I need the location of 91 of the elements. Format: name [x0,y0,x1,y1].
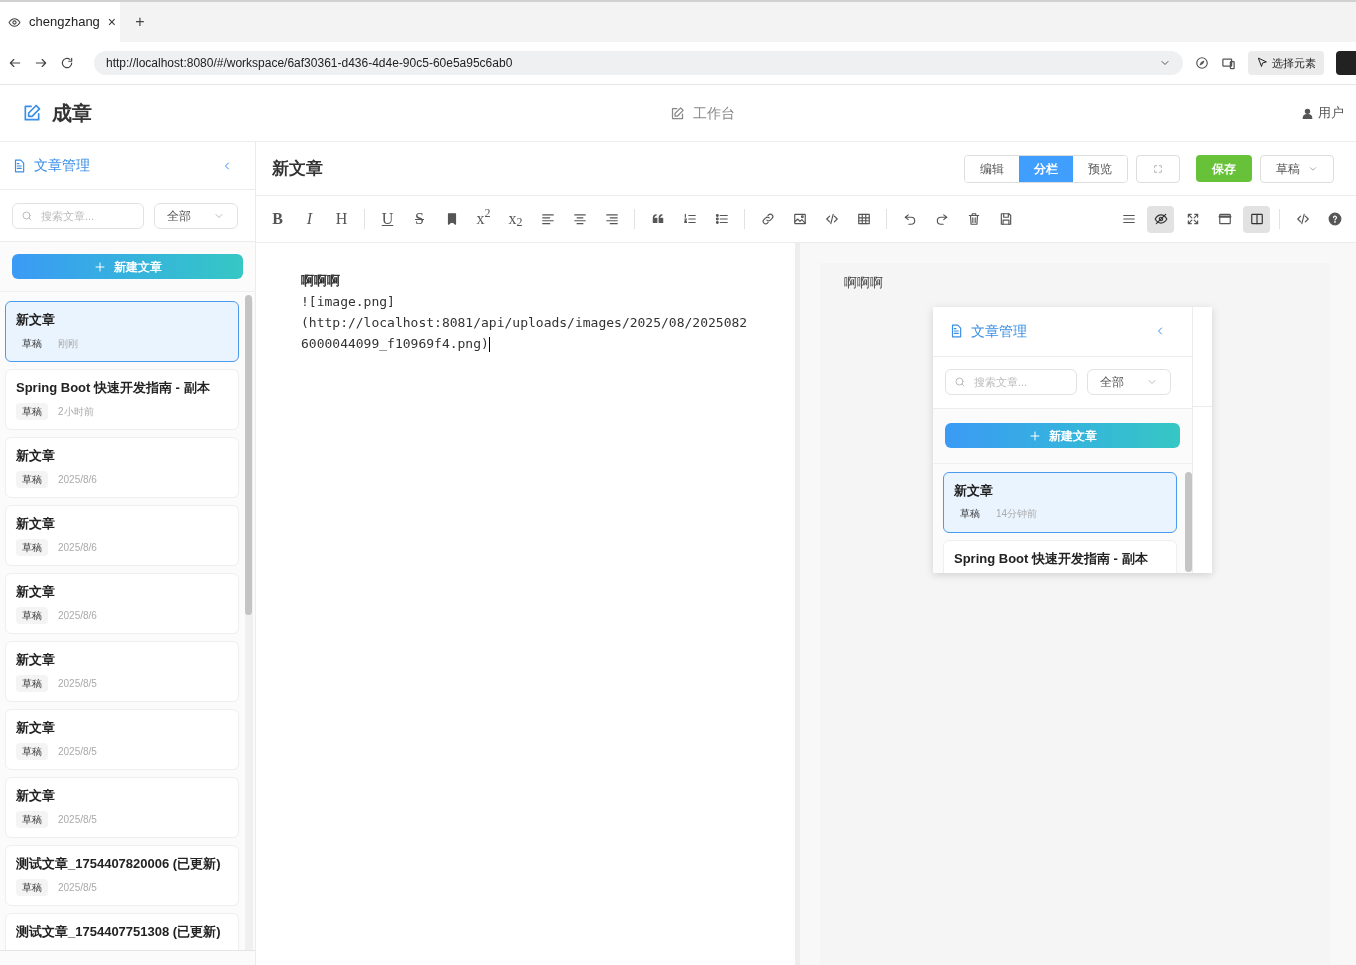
filter-dropdown[interactable]: 全部 [1087,369,1171,395]
new-tab-button[interactable]: + [120,2,160,42]
status-tag: 草稿 [16,606,48,624]
article-title: 新文章 [272,157,323,180]
eye-icon [8,15,21,29]
article-item[interactable]: 新文章 草稿 2025/8/6 [5,437,239,498]
article-title: 新文章 [16,651,56,669]
plus-icon [93,260,106,273]
tab-title: chengzhang [29,13,100,32]
devices-icon[interactable] [1221,55,1237,71]
status-tag: 草稿 [16,878,48,896]
article-time: 2025/8/5 [58,880,97,895]
document-icon [12,158,26,173]
markdown-text[interactable]: 啊啊啊 ![image.png] (http://localhost:8081/api/uploads/images/2025/08/2025082 6000044099_f10969f4.png) [301,270,795,354]
article-item[interactable]: Spring Boot 快速开发指南 - 副本 [943,539,1178,573]
forward-icon[interactable] [34,56,48,70]
status-tag: 草稿 [16,538,48,556]
url-text: http://localhost:8080/#/workspace/6af30361-d436-4d4e-90c5-60e5a95c6ab0 [106,55,513,72]
app-logo-text: 成章 [52,101,92,126]
article-time: 2025/8/6 [58,540,97,555]
expand-icon [1153,163,1163,174]
workspace-link[interactable]: 工作台 [693,103,735,124]
article-time: 14分钟前 [996,507,1038,521]
format-button[interactable]: I [296,205,323,233]
search-icon [954,376,966,388]
search-field[interactable]: 搜索文章... [12,202,144,229]
search-field[interactable]: 搜索文章... [945,369,1077,395]
article-time: 2025/8/5 [58,744,97,759]
article-time: 2025/8/5 [58,812,97,827]
cursor-icon [1256,57,1269,69]
article-item[interactable]: 测试文章_1754407751308 (已更新) [5,913,239,950]
article-item[interactable]: 新文章 草稿 2025/8/6 [5,505,239,566]
status-tag: 草稿 [16,402,48,420]
format-button[interactable]: B [264,205,291,233]
status-dropdown[interactable]: 草稿 [1260,154,1334,183]
close-tab-icon[interactable]: × [107,11,117,33]
format-button[interactable]: U [374,205,401,233]
article-time: 2025/8/6 [58,608,97,623]
reload-icon[interactable] [60,56,74,70]
status-tag: 草稿 [16,334,48,352]
format-button[interactable]: x$^{2}$ [470,205,497,233]
columns-icon[interactable] [1243,205,1270,233]
edit-icon [670,106,685,121]
search-icon [21,209,33,222]
user-icon [1301,106,1314,120]
article-title: 测试文章_1754407751308 (已更新) [16,923,222,941]
article-item[interactable]: 测试文章_1754407820006 (已更新) 草稿 2025/8/5 [5,845,239,906]
panel-title: 文章管理 [971,321,1027,341]
article-title: 新文章 [16,447,56,465]
format-button[interactable]: H [328,205,355,233]
article-title: 新文章 [954,481,994,500]
edit-icon [22,103,42,123]
preview-paragraph: 啊啊啊 [844,274,884,292]
status-tag: 草稿 [16,674,48,692]
article-title: 新文章 [16,719,56,737]
article-time: 2025/8/6 [58,472,97,487]
article-item[interactable]: Spring Boot 快速开发指南 - 副本 草稿 2小时前 [5,369,239,430]
compass-icon[interactable] [1195,56,1210,70]
status-tag: 草稿 [16,810,48,828]
status-tag: 草稿 [16,470,48,488]
plus-icon [1028,429,1041,442]
status-tag: 草稿 [954,505,986,522]
status-tag: 草稿 [16,742,48,760]
article-title: Spring Boot 快速开发指南 - 副本 [954,549,1149,568]
article-title: Spring Boot 快速开发指南 - 副本 [16,379,211,397]
article-item[interactable]: 新文章 草稿 刚刚 [5,301,239,362]
article-title: 新文章 [16,311,56,329]
format-button[interactable]: S [406,205,433,233]
format-button[interactable]: x$_{2}$ [502,205,529,233]
select-element-button[interactable]: 选择元素 [1248,51,1325,75]
document-icon [949,324,963,338]
article-title: 新文章 [16,583,56,601]
article-item[interactable]: 新文章 草稿 14分钟前 [943,471,1178,533]
article-title: 测试文章_1754407820006 (已更新) [16,855,222,873]
panel-title: 文章管理 [34,156,90,175]
article-item[interactable]: 新文章 草稿 2025/8/5 [5,641,239,702]
scrollbar-thumb[interactable] [245,295,252,615]
article-item[interactable]: 新文章 草稿 2025/8/6 [5,573,239,634]
article-time: 2小时前 [58,404,94,419]
browser-tab[interactable]: chengzhang × [0,2,120,42]
address-field[interactable]: http://localhost:8080/#/workspace/6af30361-d436-4d4e-90c5-60e5a95c6ab0 [94,51,1184,75]
user-menu[interactable]: 用户 [1318,103,1344,123]
article-item[interactable]: 新文章 草稿 2025/8/5 [5,777,239,838]
filter-dropdown[interactable]: 全部 [154,202,238,229]
article-title: 新文章 [16,515,56,533]
article-time: 2025/8/5 [58,676,97,691]
article-time: 刚刚 [58,336,78,351]
article-title: 新文章 [16,787,56,805]
article-item[interactable]: 新文章 草稿 2025/8/5 [5,709,239,770]
eye-off-icon[interactable] [1147,205,1174,233]
back-icon[interactable] [8,56,22,70]
